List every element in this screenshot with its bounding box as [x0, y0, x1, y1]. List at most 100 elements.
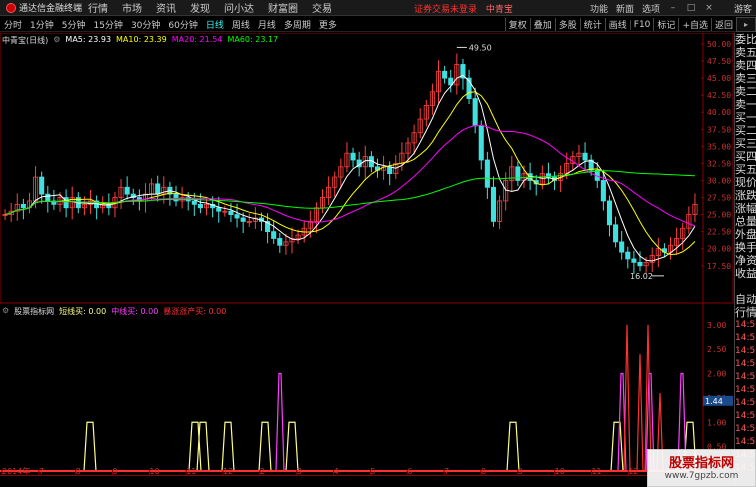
top-right-menu: 功能 新面 选项 – □ × 游客	[590, 0, 756, 16]
period-3[interactable]: 15分钟	[89, 18, 126, 31]
mid-buy-spike	[275, 372, 285, 472]
side-panel-item-6: 买一	[735, 111, 756, 124]
side-panel-item-0: 委比	[735, 33, 756, 46]
candle-body	[39, 176, 45, 195]
candle-body	[124, 186, 130, 195]
menu-jiaoyi[interactable]: 交易	[312, 0, 332, 15]
side-panel-item-13: 涨幅	[735, 202, 756, 215]
time-axis-bar	[0, 475, 734, 487]
price-panel-frame	[0, 33, 734, 304]
price-tick-label: 20.00	[707, 245, 731, 254]
candle-body	[631, 258, 637, 263]
candle-body	[484, 159, 490, 188]
time-axis-label: 2014年	[2, 466, 30, 475]
minimize-icon[interactable]: –	[668, 3, 678, 13]
time-axis-label: 7	[39, 467, 44, 475]
side-panel-item-27: 14:50	[735, 385, 756, 395]
side-panel-item-23: 14:50	[735, 333, 756, 343]
high-price-label: 49.50	[469, 43, 492, 52]
time-axis-label: 6	[407, 467, 412, 475]
toolbar-btn-8[interactable]: 返回	[710, 18, 736, 31]
price-tick-label: 17.50	[707, 262, 731, 271]
side-panel-item-20: 自动	[735, 293, 756, 306]
indicator-settings-icon[interactable]: ⚙	[2, 306, 9, 317]
period-7[interactable]: 周线	[228, 18, 254, 31]
short-buy-spike	[258, 421, 272, 472]
stock-name-header: 中青宝	[485, 5, 513, 15]
menu-shichang[interactable]: 市场	[122, 0, 142, 15]
watermark: 股票指标网 www.7gpzb.com	[647, 449, 756, 487]
side-panel-item-18: 收益	[735, 267, 756, 280]
toolbar-btn-4[interactable]: 画线	[604, 18, 630, 31]
toolbar-btn-0[interactable]: 复权	[504, 18, 530, 31]
candle-body	[197, 203, 203, 209]
time-axis-label: 7	[444, 467, 449, 475]
time-axis-label: 2	[260, 467, 265, 475]
toolbar-btn-1[interactable]: 叠加	[529, 18, 555, 31]
price-tick-label: 42.50	[707, 91, 731, 100]
menu-wenxiaoda[interactable]: 问小达	[224, 0, 254, 15]
login-status[interactable]: 证券交易未登录 中青宝	[414, 2, 513, 15]
side-panel-item-15: 外盘	[735, 228, 756, 241]
short-buy-spike	[285, 421, 299, 472]
period-6[interactable]: 日线	[202, 18, 228, 31]
toolbar-btn-6[interactable]: 标记	[653, 18, 678, 31]
period-4[interactable]: 30分钟	[127, 18, 164, 31]
time-axis-label: 10	[149, 467, 159, 475]
surge-buy-spike	[623, 324, 631, 472]
price-tick-label: 50.00	[707, 40, 731, 49]
toolbar-btn-5[interactable]: F10	[629, 19, 654, 30]
panel-toggle-icon[interactable]: ▸	[736, 17, 756, 32]
side-panel-item-21: 行情	[735, 306, 756, 319]
settings-icon[interactable]: ⚙	[53, 35, 60, 46]
short-buy-spike	[610, 421, 624, 472]
period-5[interactable]: 60分钟	[164, 18, 201, 31]
time-axis-label: 8	[481, 467, 486, 475]
toolbar-btn-7[interactable]: +自选	[678, 18, 711, 31]
menu-faxian[interactable]: 发现	[190, 0, 210, 15]
period-2[interactable]: 5分钟	[58, 18, 90, 31]
ma60-value: MA60: 23.17	[227, 35, 279, 44]
maximize-icon[interactable]: □	[686, 3, 696, 13]
candle-body	[619, 241, 625, 253]
side-panel-item-26: 14:50	[735, 372, 756, 382]
time-axis-label: 12	[628, 467, 638, 475]
menu-xinmian[interactable]: 新面	[616, 2, 634, 15]
time-axis-label: 8	[76, 467, 81, 475]
toolbar-btn-2[interactable]: 多股	[554, 18, 580, 31]
price-tick-label: 30.00	[707, 176, 731, 185]
side-panel-item-17: 净资	[735, 254, 756, 267]
menu-xuanxiang[interactable]: 选项	[642, 2, 660, 15]
period-1[interactable]: 1分钟	[26, 18, 58, 31]
candle-body	[191, 200, 197, 205]
period-0[interactable]: 分时	[0, 18, 26, 31]
side-panel-item-25: 14:50	[735, 359, 756, 369]
period-10[interactable]: 更多	[315, 18, 341, 31]
period-9[interactable]: 多周期	[280, 18, 315, 31]
chart-toolbar: 复权 叠加 多股 统计 画线 F10 标记 +自选 返回	[504, 17, 736, 32]
ma5-value: MA5: 23.93	[65, 35, 112, 44]
menu-gongneng[interactable]: 功能	[590, 2, 608, 15]
indicator-tick-label: 1.00	[707, 418, 726, 427]
chart-area[interactable]: 50.00 47.50 45.00 42.50 40.00 37.50 35.00 32.50…	[0, 33, 734, 475]
low-price-label: 16.02	[630, 272, 653, 281]
candle-body	[228, 210, 234, 215]
side-panel-item-14: 总量	[735, 215, 756, 228]
menu-bar: 通达信金融终端 行情 市场 资讯 发现 问小达 财富圈 交易 证券交易未登录 中…	[0, 0, 756, 16]
toolbar-btn-3[interactable]: 统计	[579, 18, 605, 31]
price-tick-label: 45.00	[707, 74, 731, 83]
candle-body	[271, 231, 277, 239]
watermark-title: 股票指标网	[668, 456, 734, 471]
period-8[interactable]: 月线	[254, 18, 280, 31]
close-icon[interactable]: ×	[704, 3, 714, 13]
price-tick-label: 22.50	[707, 228, 731, 237]
indicator-surge-buy: 暴涨涨产买: 0.00	[163, 307, 227, 316]
side-panel-item-29: 14:50	[735, 411, 756, 421]
side-panel-item-24: 14:50	[735, 346, 756, 356]
side-panel-item-31: 14:50	[735, 437, 756, 447]
menu-hangqing[interactable]: 行情	[88, 0, 108, 15]
user-label[interactable]: 游客	[734, 2, 752, 15]
menu-zixun[interactable]: 资讯	[156, 0, 176, 15]
menu-caifuquan[interactable]: 财富圈	[268, 0, 298, 15]
watermark-url: www.7gpzb.com	[664, 471, 739, 481]
